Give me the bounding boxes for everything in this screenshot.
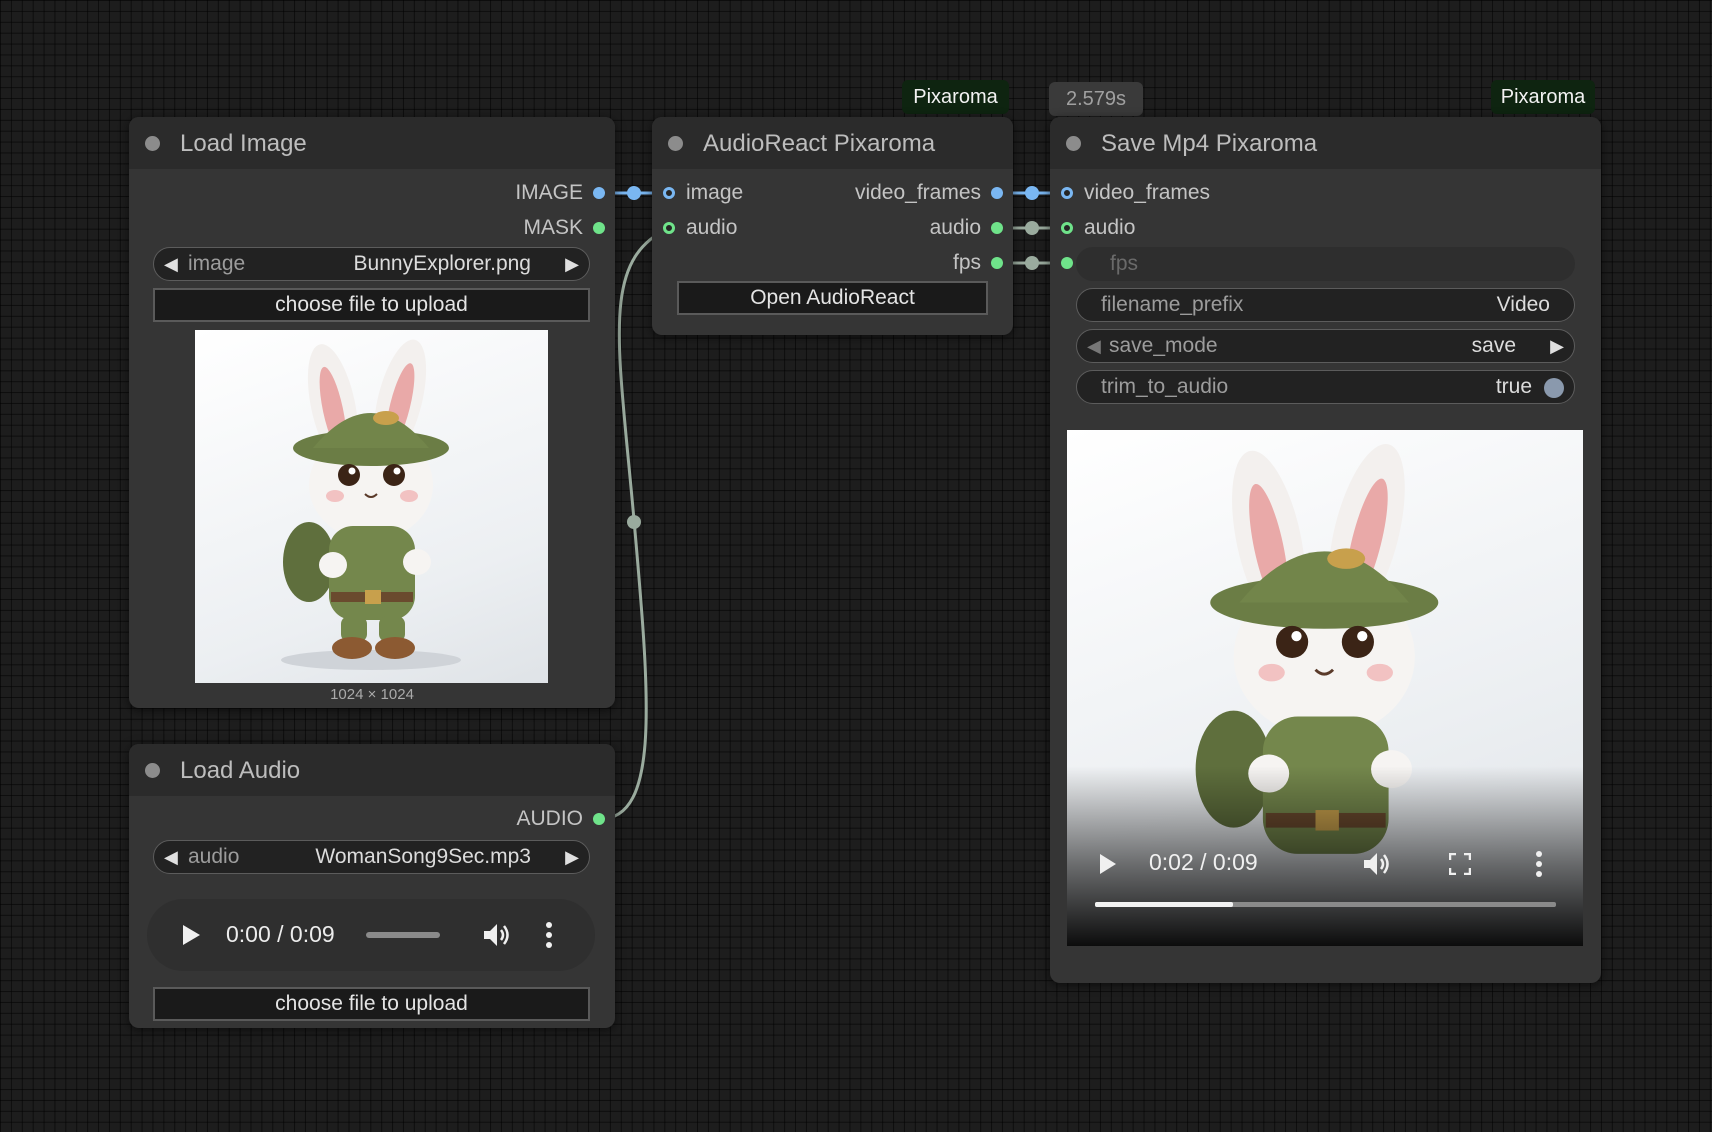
next-arrow-icon[interactable]: ▶ [1550, 336, 1564, 357]
input-slot-fps[interactable] [1061, 257, 1073, 269]
image-dimensions: 1024 × 1024 [330, 686, 414, 703]
fps-widget-disabled: fps [1076, 247, 1575, 281]
save-mp4-node[interactable]: Save Mp4 Pixaroma video_frames audio fps… [1050, 117, 1601, 983]
prev-arrow-icon[interactable]: ◀ [164, 847, 178, 868]
output-slot-mask[interactable] [593, 222, 605, 234]
node-graph-canvas[interactable]: Pixaroma 2.579s Pixaroma Load Image IMAG… [0, 0, 1712, 1132]
upload-audio-button[interactable]: choose file to upload [153, 987, 590, 1021]
audio-time: 0:00 / 0:09 [226, 921, 335, 947]
next-arrow-icon[interactable]: ▶ [565, 254, 579, 275]
toggle-knob[interactable] [1544, 378, 1564, 398]
video-progress-fill [1095, 902, 1234, 907]
upload-image-button[interactable]: choose file to upload [153, 288, 590, 322]
filename-prefix-widget[interactable]: filename_prefix Video [1076, 288, 1575, 322]
fps-placeholder: fps [1110, 252, 1139, 275]
video-controls-overlay [1067, 766, 1583, 946]
audio-player[interactable]: 0:00 / 0:09 [147, 899, 595, 971]
fullscreen-icon[interactable] [1449, 853, 1471, 875]
brand-badge-savemp4: Pixaroma [1491, 80, 1595, 114]
widget-name: trim_to_audio [1101, 375, 1229, 398]
widget-value: BunnyExplorer.png [353, 252, 531, 275]
collapse-dot[interactable] [1066, 136, 1081, 151]
load-image-node[interactable]: Load Image IMAGE MASK ◀ image BunnyExplo… [129, 117, 615, 708]
volume-icon[interactable] [1362, 851, 1392, 877]
video-preview[interactable]: 0:02 / 0:09 [1067, 430, 1583, 946]
audio-progress-track[interactable] [366, 932, 440, 938]
video-time: 0:02 / 0:09 [1149, 849, 1258, 875]
volume-icon[interactable] [482, 922, 512, 948]
image-preview [195, 330, 548, 683]
output-label-mask: MASK [523, 216, 583, 239]
output-slot-image[interactable] [593, 187, 605, 199]
output-label-fps: fps [952, 251, 981, 274]
input-label-audio: audio [1084, 216, 1136, 239]
prev-arrow-icon[interactable]: ◀ [1087, 336, 1101, 357]
widget-value: save [1471, 334, 1516, 357]
load-audio-node[interactable]: Load Audio AUDIO ◀ audio WomanSong9Sec.m… [129, 744, 615, 1028]
video-progress-track[interactable] [1095, 902, 1556, 907]
input-label-video-frames: video_frames [1084, 181, 1211, 204]
audioreact-node[interactable]: AudioReact Pixaroma image audio video_fr… [652, 117, 1013, 335]
more-options-icon[interactable] [1536, 851, 1542, 877]
output-slot-video-frames[interactable] [991, 187, 1003, 199]
node-title-bar[interactable]: Load Audio [129, 744, 615, 796]
execution-time-badge: 2.579s [1049, 82, 1143, 116]
node-title-bar[interactable]: Load Image [129, 117, 615, 169]
output-label-image: IMAGE [515, 181, 583, 204]
audio-select-widget[interactable]: ◀ audio WomanSong9Sec.mp3 ▶ [153, 840, 590, 874]
widget-name: filename_prefix [1101, 293, 1244, 316]
node-title-bar[interactable]: AudioReact Pixaroma [652, 117, 1013, 169]
widget-name: audio [188, 845, 240, 868]
input-slot-image[interactable] [663, 187, 675, 199]
collapse-dot[interactable] [145, 136, 160, 151]
node-title: AudioReact Pixaroma [703, 130, 936, 157]
input-slot-audio[interactable] [663, 222, 675, 234]
widget-name: save_mode [1109, 334, 1218, 357]
input-slot-audio[interactable] [1061, 222, 1073, 234]
play-icon[interactable] [181, 924, 201, 946]
widget-value: Video [1496, 293, 1550, 316]
node-title: Load Image [180, 130, 307, 157]
widget-value: WomanSong9Sec.mp3 [315, 845, 531, 868]
output-label-video-frames: video_frames [854, 181, 981, 204]
output-slot-audio[interactable] [991, 222, 1003, 234]
play-icon[interactable] [1099, 853, 1117, 875]
output-label-audio: audio [929, 216, 981, 239]
collapse-dot[interactable] [145, 763, 160, 778]
trim-to-audio-widget[interactable]: trim_to_audio true [1076, 370, 1575, 404]
prev-arrow-icon[interactable]: ◀ [164, 254, 178, 275]
widget-value: true [1495, 375, 1532, 398]
output-slot-audio[interactable] [593, 813, 605, 825]
open-audioreact-button[interactable]: Open AudioReact [677, 281, 988, 315]
node-title: Load Audio [180, 757, 301, 784]
bunny-illustration [281, 339, 461, 670]
widget-name: image [188, 252, 246, 275]
input-label-image: image [686, 181, 744, 204]
more-options-icon[interactable] [546, 922, 552, 948]
input-slot-video-frames[interactable] [1061, 187, 1073, 199]
input-label-audio: audio [686, 216, 738, 239]
brand-badge-audioreact: Pixaroma [902, 80, 1009, 114]
node-title-bar[interactable]: Save Mp4 Pixaroma [1050, 117, 1601, 169]
output-label-audio: AUDIO [516, 807, 583, 830]
collapse-dot[interactable] [668, 136, 683, 151]
node-title: Save Mp4 Pixaroma [1101, 130, 1318, 157]
output-slot-fps[interactable] [991, 257, 1003, 269]
save-mode-widget[interactable]: ◀ save_mode save ▶ [1076, 329, 1575, 363]
next-arrow-icon[interactable]: ▶ [565, 847, 579, 868]
image-select-widget[interactable]: ◀ image BunnyExplorer.png ▶ [153, 247, 590, 281]
